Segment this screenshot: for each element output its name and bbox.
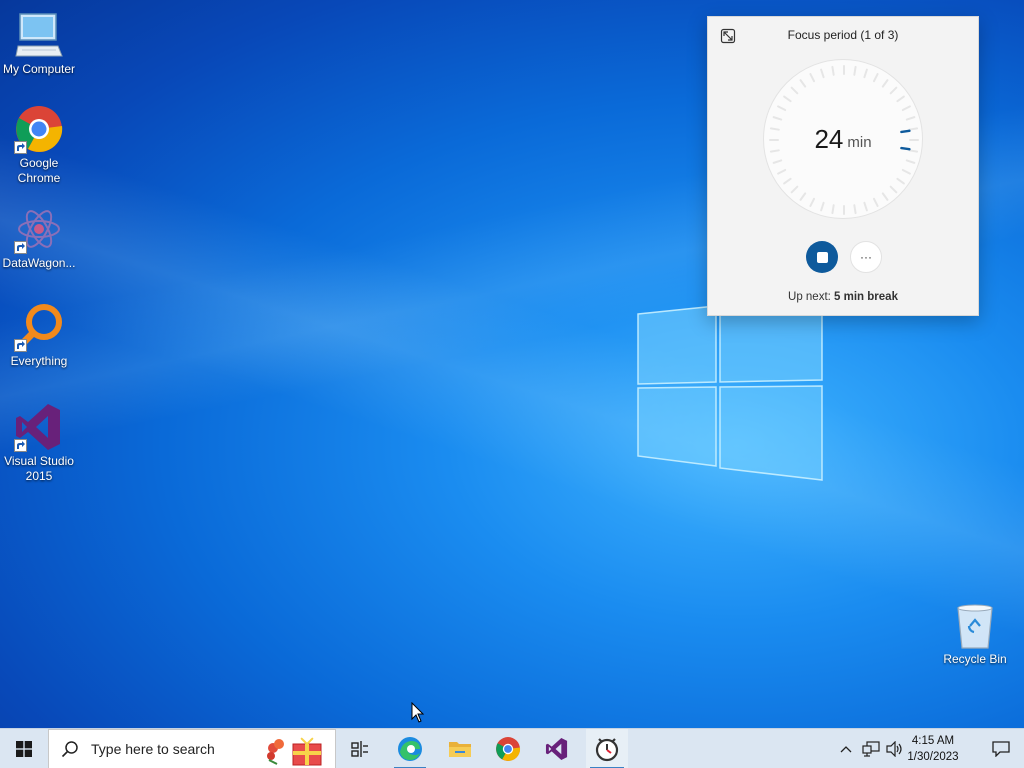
desktop-icon-visual-studio[interactable]: Visual Studio 2015 [0, 402, 78, 484]
search-highlight-gift-icon [267, 737, 322, 766]
focus-timer-dial: 24 min [763, 59, 923, 219]
focus-session-widget: Focus period (1 of 3) 24 min ··· Up next… [707, 16, 979, 316]
tray-time: 4:15 AM [911, 735, 955, 747]
chevron-up-icon [840, 746, 852, 753]
recycle-bin-icon [950, 600, 1000, 650]
clock-tray-button[interactable]: 4:15 AM 1/30/2023 [901, 733, 965, 765]
shortcut-arrow-icon [14, 241, 27, 254]
start-button[interactable] [0, 729, 48, 768]
desktop-icon-datawagon[interactable]: DataWagon... [0, 204, 78, 271]
search-icon [61, 741, 78, 758]
up-next-prefix: Up next: [788, 291, 835, 303]
visual-studio-icon [545, 737, 568, 761]
taskbar-edge[interactable] [390, 729, 430, 768]
notification-center-button[interactable] [978, 729, 1024, 768]
timer-unit: min [847, 133, 872, 151]
up-next-text: Up next: 5 min break [708, 291, 978, 303]
desktop-icon-everything[interactable]: Everything [0, 302, 78, 369]
desktop-icon-recycle-bin[interactable]: Recycle Bin [936, 600, 1014, 667]
more-options-button[interactable]: ··· [850, 241, 882, 273]
taskbar-file-explorer[interactable] [440, 729, 480, 768]
mouse-cursor-icon [411, 702, 425, 723]
file-explorer-icon [449, 742, 471, 757]
datawagon-icon [14, 204, 64, 254]
notification-icon [992, 741, 1010, 757]
taskbar-visual-studio[interactable] [537, 729, 577, 768]
taskbar-chrome[interactable] [488, 729, 528, 768]
desktop-icon-my-computer[interactable]: My Computer [0, 10, 78, 77]
computer-icon [14, 10, 64, 60]
shortcut-arrow-icon [14, 439, 27, 452]
taskbar-search-box[interactable]: Type here to search [48, 729, 336, 768]
taskbar: Type here to search 4:15 AM 1/30/2023 [0, 728, 1024, 768]
windows-start-icon [16, 741, 32, 757]
desktop-icon-label: DataWagon... [2, 256, 76, 270]
chrome-icon [496, 737, 521, 761]
up-next-value: 5 min break [834, 291, 898, 303]
windows-wallpaper-logo [637, 300, 823, 481]
task-view-button[interactable] [340, 729, 380, 768]
timer-minutes: 24 [814, 123, 844, 154]
network-tray-button[interactable] [860, 729, 882, 768]
task-view-icon [351, 741, 368, 757]
desktop-icon-label: Everything [10, 354, 68, 368]
everything-search-icon [14, 302, 64, 352]
show-hidden-icons-button[interactable] [836, 729, 856, 768]
stop-button[interactable] [806, 241, 838, 273]
desktop-icon-label: Recycle Bin [943, 652, 1007, 666]
chrome-icon [14, 104, 64, 154]
focus-period-title: Focus period (1 of 3) [787, 28, 899, 42]
desktop-icon-label: Visual Studio 2015 [4, 454, 74, 483]
desktop-icon-label: Google Chrome [17, 156, 61, 185]
visual-studio-icon [14, 402, 64, 452]
more-icon: ··· [860, 250, 872, 264]
search-placeholder: Type here to search [91, 741, 215, 757]
stop-icon [816, 251, 828, 263]
tray-date: 1/30/2023 [907, 751, 959, 763]
desktop-icon-label: My Computer [2, 62, 76, 76]
shortcut-arrow-icon [14, 339, 27, 352]
network-icon [862, 741, 880, 757]
desktop-icon-google-chrome[interactable]: Google Chrome [0, 104, 78, 186]
clock-app-icon [595, 738, 619, 762]
edge-icon [398, 737, 422, 761]
shortcut-arrow-icon [14, 141, 27, 154]
taskbar-clock-app[interactable] [586, 729, 628, 768]
